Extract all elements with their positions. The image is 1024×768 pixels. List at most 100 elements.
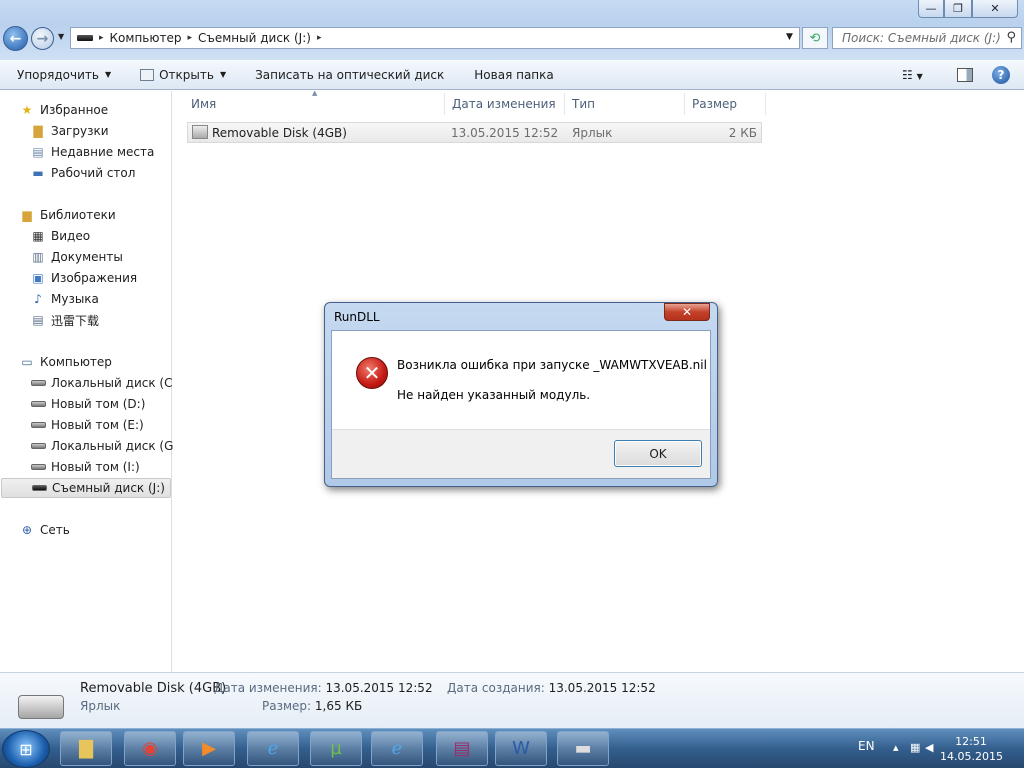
sidebar-item-computer[interactable]: ▭ Компьютер bbox=[19, 352, 112, 372]
column-header-modified[interactable]: Дата изменения bbox=[446, 93, 565, 115]
command-toolbar: Упорядочить ▼ Открыть ▼ Записать на оптиче… bbox=[0, 60, 1024, 90]
network-icon: ⊕ bbox=[21, 523, 33, 537]
volume-icon[interactable]: ◀ bbox=[925, 741, 933, 754]
details-file-type: Ярлык bbox=[80, 699, 121, 713]
sidebar-item-video[interactable]: ▦ Видео bbox=[30, 226, 90, 246]
open-button[interactable]: Открыть ▼ bbox=[140, 68, 226, 82]
dialog-close-button[interactable]: ✕ bbox=[664, 303, 710, 321]
language-indicator[interactable]: EN bbox=[858, 739, 875, 753]
sidebar-item-drive-j[interactable]: Съемный диск (J:) bbox=[1, 478, 171, 498]
taskbar-chrome[interactable]: ◉ bbox=[124, 731, 176, 766]
system-drive-icon bbox=[30, 375, 46, 391]
removable-drive-icon bbox=[31, 480, 47, 496]
removable-drive-icon bbox=[18, 695, 64, 719]
history-dropdown-icon[interactable]: ▼ bbox=[58, 32, 68, 44]
column-header-name[interactable]: Имя bbox=[187, 93, 445, 115]
views-button[interactable]: ☷ ▼ bbox=[902, 68, 923, 82]
taskbar-ie-2[interactable]: ℯ bbox=[371, 731, 423, 766]
removable-drive-icon: ▬ bbox=[574, 738, 592, 759]
start-button[interactable]: ⊞ bbox=[2, 730, 50, 768]
address-bar[interactable]: ▸ Компьютер ▸ Съемный диск (J:) ▸ bbox=[70, 27, 800, 49]
breadcrumb-computer[interactable]: Компьютер bbox=[110, 31, 182, 45]
taskbar-explorer[interactable]: ▇ bbox=[60, 731, 112, 766]
column-header-type[interactable]: Тип bbox=[566, 93, 685, 115]
sidebar-item-documents[interactable]: ▥ Документы bbox=[30, 247, 122, 267]
sidebar-item-drive-i[interactable]: Новый том (I:) bbox=[30, 457, 140, 477]
preview-pane-button[interactable] bbox=[957, 68, 973, 82]
sidebar-item-downloads[interactable]: ▇ Загрузки bbox=[30, 121, 108, 141]
sidebar-item-recent[interactable]: ▤ Недавние места bbox=[30, 142, 154, 162]
search-input[interactable]: Поиск: Съемный диск (J:) ⚲ bbox=[832, 27, 1022, 49]
file-name: Removable Disk (4GB) bbox=[212, 126, 347, 140]
recent-places-icon: ▤ bbox=[32, 145, 44, 159]
network-tray-icon[interactable]: ▦ bbox=[910, 741, 920, 754]
taskbar-winrar[interactable]: ▤ bbox=[436, 731, 488, 766]
shortcut-icon bbox=[192, 125, 208, 139]
drive-icon bbox=[30, 438, 46, 454]
ok-button[interactable]: OK bbox=[614, 440, 702, 467]
sidebar-item-drive-d[interactable]: Новый том (D:) bbox=[30, 394, 145, 414]
error-icon: ✕ bbox=[356, 357, 388, 389]
close-window-button[interactable]: ✕ bbox=[972, 0, 1018, 18]
arrow-left-icon: ← bbox=[9, 30, 22, 47]
clock[interactable]: 12:51 14.05.2015 bbox=[940, 734, 1003, 764]
search-icon: ⚲ bbox=[1006, 30, 1016, 45]
dialog-detail: Не найден указанный модуль. bbox=[397, 388, 591, 402]
computer-icon: ▭ bbox=[21, 355, 33, 369]
chevron-down-icon: ▼ bbox=[104, 70, 112, 79]
sidebar-item-libraries[interactable]: ▆ Библиотеки bbox=[19, 205, 115, 225]
taskbar-utorrent[interactable]: µ bbox=[310, 731, 362, 766]
maximize-button[interactable]: ❐ bbox=[944, 0, 972, 18]
new-folder-button[interactable]: Новая папка bbox=[474, 68, 553, 82]
taskbar-ie[interactable]: ℯ bbox=[247, 731, 299, 766]
documents-icon: ▥ bbox=[32, 250, 44, 264]
internet-explorer-icon: ℯ bbox=[391, 738, 403, 759]
back-button[interactable]: ← bbox=[3, 26, 28, 51]
view-list-icon: ☷ bbox=[902, 68, 913, 82]
file-modified: 13.05.2015 12:52 bbox=[451, 126, 559, 140]
taskbar-word[interactable]: W bbox=[495, 731, 547, 766]
utorrent-icon: µ bbox=[330, 738, 342, 759]
drive-icon bbox=[30, 417, 46, 433]
sidebar-item-network[interactable]: ⊕ Сеть bbox=[19, 520, 70, 540]
taskbar-media-player[interactable]: ▶ bbox=[183, 731, 235, 766]
minimize-button[interactable]: — bbox=[918, 0, 944, 18]
libraries-icon: ▆ bbox=[22, 208, 32, 222]
table-row[interactable]: Removable Disk (4GB) 13.05.2015 12:52 Яр… bbox=[187, 122, 762, 143]
breadcrumb-drive-j[interactable]: Съемный диск (J:) bbox=[198, 31, 311, 45]
forward-button[interactable]: → bbox=[31, 27, 54, 50]
chrome-icon: ◉ bbox=[142, 738, 158, 759]
drive-icon bbox=[30, 396, 46, 412]
downloads-folder-icon: ▇ bbox=[33, 124, 43, 138]
sidebar-item-drive-g[interactable]: Локальный диск (G:) bbox=[30, 436, 182, 456]
windows-logo-icon: ⊞ bbox=[19, 739, 33, 759]
sidebar-item-drive-e[interactable]: Новый том (E:) bbox=[30, 415, 144, 435]
file-type: Ярлык bbox=[572, 126, 613, 140]
taskbar-removable-drive[interactable]: ▬ bbox=[557, 731, 609, 766]
column-header-size[interactable]: Размер bbox=[686, 93, 766, 115]
folder-icon: ▇ bbox=[79, 738, 93, 759]
chevron-right-icon: ▸ bbox=[187, 33, 192, 43]
sidebar-item-pictures[interactable]: ▣ Изображения bbox=[30, 268, 137, 288]
media-player-icon: ▶ bbox=[202, 738, 216, 759]
refresh-button[interactable]: ⟲ bbox=[802, 27, 828, 49]
details-size: Размер: 1,65 КБ bbox=[262, 699, 363, 713]
tray-expand-icon[interactable]: ▴ bbox=[893, 741, 899, 754]
drive-icon bbox=[30, 459, 46, 475]
sidebar-item-xunlei[interactable]: ▤ 迅雷下载 bbox=[30, 310, 99, 330]
details-file-name: Removable Disk (4GB) bbox=[80, 681, 227, 696]
music-icon: ♪ bbox=[34, 292, 42, 306]
organize-button[interactable]: Упорядочить ▼ bbox=[17, 68, 111, 82]
chevron-down-icon: ▼ bbox=[219, 70, 227, 79]
address-dropdown-icon[interactable]: ▼ bbox=[786, 32, 793, 42]
refresh-icon: ⟲ bbox=[809, 30, 821, 46]
sidebar-item-favorites[interactable]: ★ Избранное bbox=[19, 100, 109, 120]
burn-button[interactable]: Записать на оптический диск bbox=[255, 68, 444, 82]
sidebar-item-drive-c[interactable]: Локальный диск (C:) bbox=[30, 373, 181, 393]
sidebar-item-music[interactable]: ♪ Музыка bbox=[30, 289, 99, 309]
internet-explorer-icon: ℯ bbox=[267, 738, 279, 759]
chevron-right-icon: ▸ bbox=[99, 33, 104, 43]
winrar-icon: ▤ bbox=[453, 738, 471, 759]
help-button[interactable]: ? bbox=[992, 66, 1010, 84]
sidebar-item-desktop[interactable]: ▬ Рабочий стол bbox=[30, 163, 135, 183]
